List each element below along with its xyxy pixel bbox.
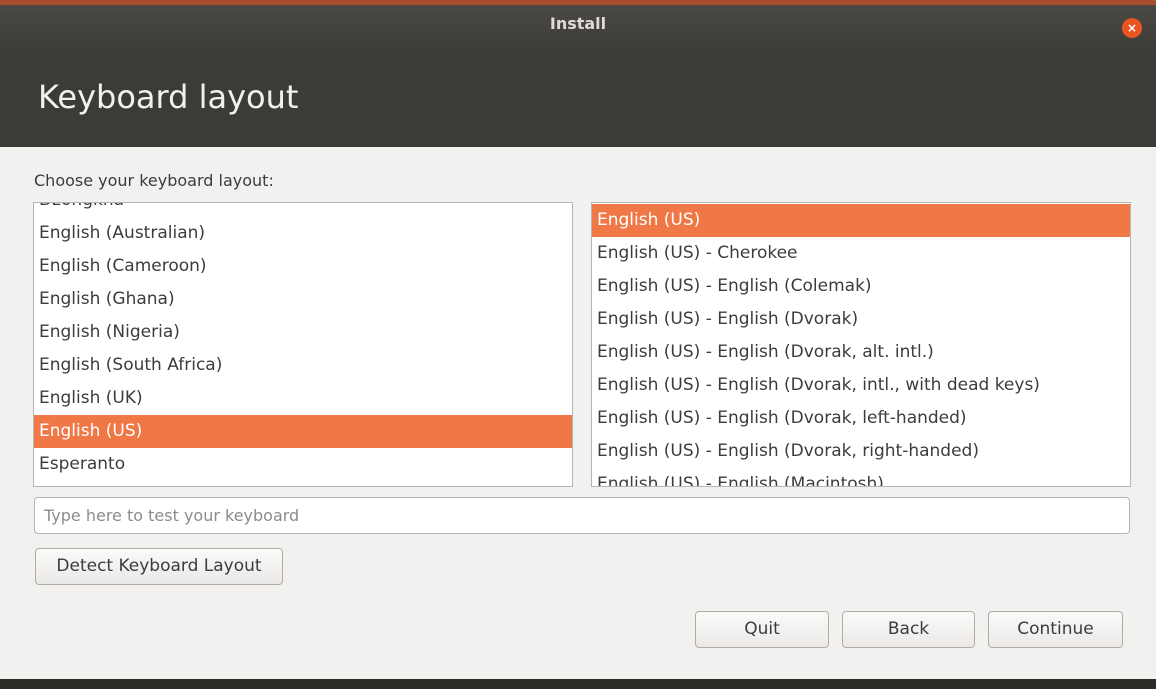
layout-prompt: Choose your keyboard layout: [34,171,274,190]
layout-list-item[interactable]: English (Nigeria) [34,316,572,349]
keyboard-test-input[interactable] [34,497,1130,534]
window-bottom-edge [0,679,1156,689]
keyboard-variant-list[interactable]: English (US) English (US) - Cherokee Engli… [591,202,1131,487]
title-bar: Install × [0,0,1156,52]
window-title: Install [549,14,607,33]
variant-list-item[interactable]: English (US) [592,204,1130,237]
layout-list-item[interactable]: English (US) [34,415,572,448]
close-icon[interactable]: × [1122,18,1142,38]
variant-list-item[interactable]: English (US) - English (Dvorak) [592,303,1130,336]
layout-list-item[interactable]: English (Cameroon) [34,250,572,283]
layout-list-item[interactable]: Dzongkha [34,203,572,217]
detect-keyboard-layout-button[interactable]: Detect Keyboard Layout [35,548,283,585]
layout-list-item[interactable]: English (South Africa) [34,349,572,382]
quit-button[interactable]: Quit [695,611,829,648]
keyboard-layout-list[interactable]: DzongkhaEnglish (Australian)English (Cam… [33,202,573,487]
variant-list-item[interactable]: English (US) - English (Dvorak, right-ha… [592,435,1130,468]
main-content: Choose your keyboard layout: DzongkhaEng… [0,147,1156,679]
layout-list-item[interactable]: Esperanto [34,448,572,481]
keyboard-layout-list-items: DzongkhaEnglish (Australian)English (Cam… [34,203,572,481]
keyboard-variant-list-items: English (US) English (US) - Cherokee Engli… [592,204,1130,486]
layout-list-item[interactable]: English (Ghana) [34,283,572,316]
variant-list-item[interactable]: English (US) - English (Macintosh) [592,468,1130,486]
variant-list-item[interactable]: English (US) - English (Dvorak, alt. int… [592,336,1130,369]
variant-list-item[interactable]: English (US) - English (Dvorak, intl., w… [592,369,1130,402]
page-header: Keyboard layout [0,52,1156,147]
page-title: Keyboard layout [38,78,299,116]
variant-list-item[interactable]: English (US) - English (Dvorak, left-han… [592,402,1130,435]
layout-list-item[interactable]: English (UK) [34,382,572,415]
continue-button[interactable]: Continue [988,611,1123,648]
variant-list-item[interactable]: English (US) - Cherokee [592,237,1130,270]
layout-list-item[interactable]: English (Australian) [34,217,572,250]
variant-list-item[interactable]: English (US) - English (Colemak) [592,270,1130,303]
back-button[interactable]: Back [842,611,975,648]
